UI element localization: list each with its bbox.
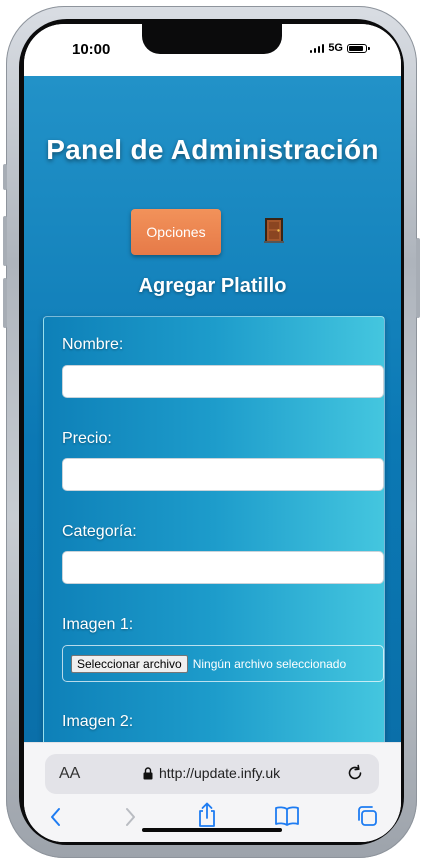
status-indicators: 5G — [309, 42, 370, 54]
file-status: Ningún archivo seleccionado — [192, 656, 347, 671]
door-icon[interactable] — [264, 217, 284, 243]
lock-icon — [143, 766, 153, 779]
precio-input[interactable] — [62, 458, 384, 491]
dynamic-island — [142, 24, 282, 54]
bookmarks-icon[interactable] — [274, 805, 300, 827]
url-display[interactable]: http://update.infy.uk — [143, 765, 280, 781]
back-icon[interactable] — [48, 805, 64, 829]
network-type: 5G — [328, 42, 343, 54]
battery-icon — [347, 43, 370, 53]
text-size-button[interactable]: AA — [59, 765, 80, 783]
nombre-input[interactable] — [62, 365, 384, 398]
section-title: Agregar Platillo — [138, 275, 287, 297]
select-file-button[interactable]: Seleccionar archivo — [71, 654, 188, 673]
volume-down-button — [3, 278, 7, 328]
categoria-label: Categoría: — [62, 523, 137, 540]
page-title: Panel de Administración — [46, 134, 379, 165]
url-text: http://update.infy.uk — [159, 765, 281, 781]
imagen2-label: Imagen 2: — [62, 713, 134, 730]
signal-icon — [309, 43, 325, 53]
tabs-icon[interactable] — [356, 805, 378, 827]
imagen1-file-input[interactable]: Seleccionar archivo Ningún archivo selec… — [62, 645, 384, 682]
share-icon[interactable] — [196, 802, 218, 828]
options-button[interactable]: Opciones — [131, 209, 221, 255]
browser-toolbar: AA http://update.infy.uk — [24, 742, 401, 842]
add-dish-form: Nombre: Precio: Categoría: Imagen 1: Sel… — [43, 316, 385, 742]
imagen1-label: Imagen 1: — [62, 616, 134, 633]
status-time: 10:00 — [72, 41, 111, 58]
status-bar: 10:00 5G — [24, 24, 401, 76]
home-indicator — [142, 828, 282, 832]
power-button — [416, 238, 420, 318]
page-content: Panel de Administración Opciones Agregar… — [24, 76, 401, 742]
reload-icon[interactable] — [345, 763, 365, 783]
volume-up-button — [3, 216, 7, 266]
categoria-input[interactable] — [62, 551, 384, 584]
forward-icon[interactable] — [122, 805, 138, 829]
precio-label: Precio: — [62, 430, 112, 447]
phone-screen: 10:00 5G Panel de Administración Opcione… — [24, 24, 401, 842]
nombre-label: Nombre: — [62, 336, 124, 353]
mute-switch — [3, 164, 7, 190]
address-bar[interactable]: AA http://update.infy.uk — [45, 754, 379, 794]
